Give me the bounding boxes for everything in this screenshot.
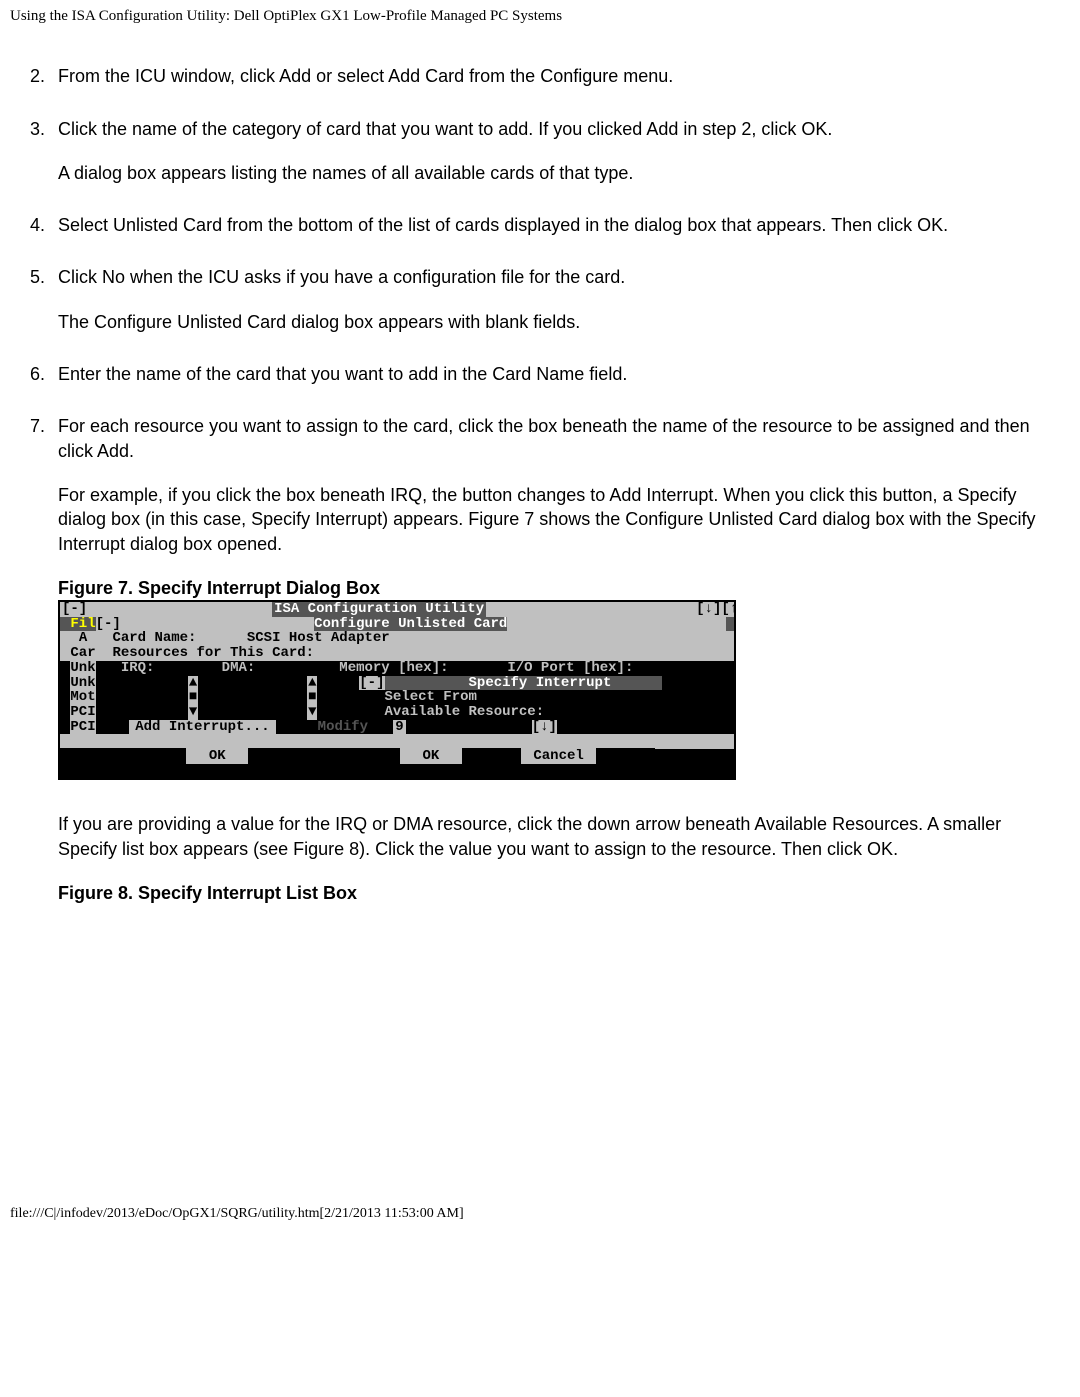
step-number: 4. (30, 213, 45, 237)
arrow-down-icon[interactable]: ▼ (188, 705, 198, 720)
dos-resources-row: Car Resources for This Card: (60, 646, 734, 661)
page-footer-path: file:///C|/infodev/2013/eDoc/OpGX1/SQRG/… (0, 1205, 1080, 1232)
side-label-mot: Mot (70, 690, 95, 705)
fil-label: Fil (70, 617, 95, 632)
step-6: 6. Enter the name of the card that you w… (56, 362, 1064, 386)
side-label-pci: PCI (70, 720, 95, 735)
step-text: From the ICU window, click Add or select… (58, 64, 1064, 88)
side-label-a: A (79, 631, 87, 646)
dos-titlebar: [-] ISA Configuration Utility [↓][↑] (60, 602, 734, 617)
arrow-up-icon[interactable]: ▲ (307, 676, 317, 691)
scroll-hint-icon: [↓][↑] (696, 602, 734, 617)
add-interrupt-button[interactable]: Add Interrupt... (129, 720, 275, 735)
dos-headers-row: Unk IRQ: DMA: Memory [hex]: I/O Port [he… (60, 661, 734, 676)
steps-list: 2. From the ICU window, click Add or sel… (16, 64, 1064, 905)
step-text: For each resource you want to assign to … (58, 414, 1064, 463)
step-4: 4. Select Unlisted Card from the bottom … (56, 213, 1064, 237)
close-icon[interactable]: [-] (62, 602, 87, 617)
ok-button[interactable]: OK (400, 748, 462, 764)
figure-7-dos-screen: [-] ISA Configuration Utility [↓][↑] Fil… (58, 600, 736, 780)
scroll-down-icon[interactable]: [↓] (532, 720, 557, 735)
figure-8-title: Figure 8. Specify Interrupt List Box (58, 881, 1064, 905)
ok-button[interactable]: OK (186, 748, 248, 764)
side-label-unk: Unk (70, 676, 95, 691)
step-number: 5. (30, 265, 45, 289)
dos-buttons-row: OK OK Cancel (60, 748, 655, 764)
dos-title: ISA Configuration Utility (272, 602, 486, 617)
step-7: 7. For each resource you want to assign … (56, 414, 1064, 905)
modify-button: Modify (318, 720, 377, 735)
step-text: For example, if you click the box beneat… (58, 483, 1064, 556)
close-icon[interactable]: [-] (359, 676, 384, 691)
card-name-value: SCSI Host Adapter (247, 631, 390, 646)
dos-specify-row: Unk ▲ ▲ [-] Specify Interrupt (60, 676, 734, 691)
dos-available-row: PCI ▼ ▼ Available Resource: (60, 705, 734, 720)
step-5: 5. Click No when the ICU asks if you hav… (56, 265, 1064, 334)
step-text: A dialog box appears listing the names o… (58, 161, 1064, 185)
memory-label: Memory [hex]: (339, 661, 448, 676)
cancel-button[interactable]: Cancel (521, 748, 596, 764)
step-text: Click the name of the category of card t… (58, 117, 1064, 141)
step-number: 7. (30, 414, 45, 438)
step-number: 2. (30, 64, 45, 88)
close-icon[interactable]: [-] (96, 617, 121, 632)
step-3: 3. Click the name of the category of car… (56, 117, 1064, 186)
io-port-label: I/O Port [hex]: (507, 661, 633, 676)
step-2: 2. From the ICU window, click Add or sel… (56, 64, 1064, 88)
irq-label: IRQ: (121, 661, 155, 676)
side-label-pci: PCI (70, 705, 95, 720)
step-text: The Configure Unlisted Card dialog box a… (58, 310, 1064, 334)
resources-label: Resources for This Card: (112, 646, 314, 661)
block-icon: ■ (307, 690, 317, 705)
figure-7-title: Figure 7. Specify Interrupt Dialog Box (58, 576, 1064, 600)
card-name-label: Card Name: (112, 631, 196, 646)
arrow-down-icon[interactable]: ▼ (307, 705, 317, 720)
selected-value[interactable]: 9 (393, 720, 405, 735)
dos-spacer (60, 734, 734, 749)
arrow-up-icon[interactable]: ▲ (188, 676, 198, 691)
side-label-unk: Unk (70, 661, 95, 676)
step-text: Click No when the ICU asks if you have a… (58, 265, 1064, 289)
step-text: Enter the name of the card that you want… (58, 362, 1064, 386)
dos-addint-row: PCI Add Interrupt... Modify 9 [↓] (60, 720, 734, 735)
dma-label: DMA: (222, 661, 256, 676)
dos-footer-bar (60, 764, 734, 779)
specify-interrupt-title: Specify Interrupt (469, 676, 612, 691)
page-header-title: Using the ISA Configuration Utility: Del… (0, 0, 1080, 26)
block-icon: ■ (188, 690, 198, 705)
step-number: 6. (30, 362, 45, 386)
available-resource-label: Available Resource: (384, 705, 544, 720)
step-number: 3. (30, 117, 45, 141)
select-from-label: Select From (384, 690, 476, 705)
dos-cardname-row: A Card Name: SCSI Host Adapter (60, 631, 734, 646)
dos-subtitlebar: Fil[-] Configure Unlisted Card (60, 617, 734, 632)
after-figure-paragraph: If you are providing a value for the IRQ… (58, 812, 1064, 861)
dos-selectfrom-row: Mot ■ ■ Select From (60, 690, 734, 705)
dos-subtitle: Configure Unlisted Card (314, 617, 507, 632)
side-label-car: Car (70, 646, 95, 661)
step-text: Select Unlisted Card from the bottom of … (58, 213, 1064, 237)
